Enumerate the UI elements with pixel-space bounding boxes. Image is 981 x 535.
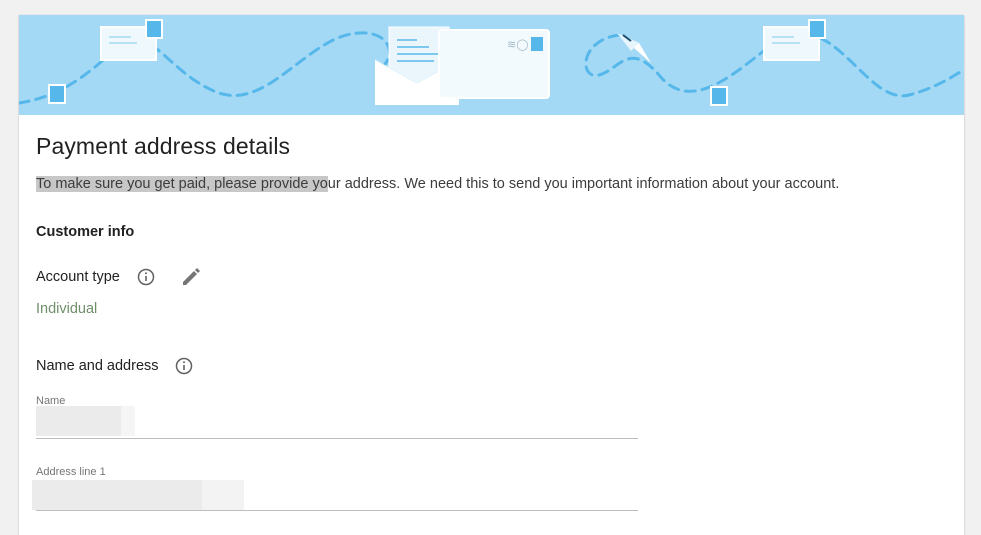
account-type-value: Individual bbox=[36, 301, 98, 317]
closed-envelope-icon: ≋◯ bbox=[438, 29, 550, 99]
intro-text-rest: ur address. We need this to send you imp… bbox=[327, 176, 840, 192]
name-field: Name bbox=[36, 395, 638, 439]
address-line-1-label: Address line 1 bbox=[36, 466, 106, 478]
left-envelope-icon bbox=[100, 19, 163, 61]
customer-info-heading: Customer info bbox=[36, 224, 135, 240]
name-input[interactable] bbox=[36, 406, 638, 439]
banner-illustration: ≋◯ bbox=[19, 19, 964, 106]
name-and-address-info-icon[interactable] bbox=[175, 357, 193, 375]
svg-text:≋◯: ≋◯ bbox=[507, 38, 529, 51]
account-type-info-icon[interactable] bbox=[137, 268, 155, 286]
name-and-address-heading: Name and address bbox=[36, 358, 159, 374]
address-line-1-field: Address line 1 bbox=[32, 466, 638, 512]
intro-text-selected: To make sure you get paid, please provid… bbox=[36, 176, 328, 192]
payment-address-card: ≋◯ Payment address details To make sure … bbox=[19, 15, 964, 535]
intro-text: To make sure you get paid, please provid… bbox=[36, 176, 839, 192]
page-title: Payment address details bbox=[36, 133, 291, 159]
account-type-label: Account type bbox=[36, 269, 120, 285]
right-envelope-icon bbox=[763, 19, 826, 61]
right-stamp-icon bbox=[710, 86, 728, 106]
address-line-1-input[interactable] bbox=[36, 478, 638, 511]
mail-banner: ≋◯ bbox=[19, 15, 964, 115]
left-stamp-icon bbox=[48, 84, 66, 104]
account-type-edit-pencil-icon[interactable] bbox=[180, 266, 202, 288]
